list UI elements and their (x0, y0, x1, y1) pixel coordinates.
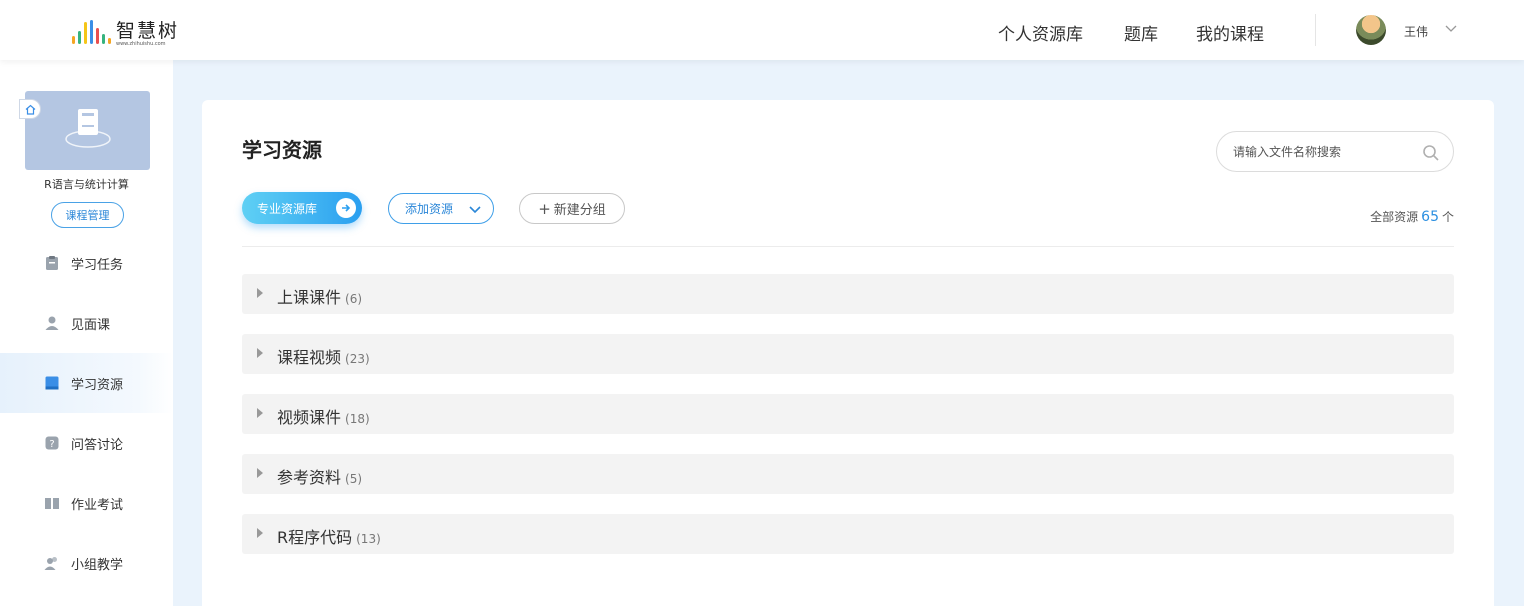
resources-card: 学习资源 专业资源库 添加资源 + 新建分组 全部资源65个 上课课件(6) 课… (202, 100, 1494, 606)
resource-group-row[interactable]: 视频课件 (18) (242, 394, 1454, 434)
search-input[interactable] (1233, 142, 1413, 162)
add-resource-button[interactable]: 添加资源 (388, 193, 494, 224)
sidebar-item-learning-resources[interactable]: 学习资源 (0, 353, 173, 413)
svg-text:?: ? (49, 439, 54, 450)
chevron-down-icon[interactable] (1445, 22, 1457, 34)
book-icon (45, 376, 59, 390)
sidebar-item-label: 学习资源 (71, 377, 124, 393)
nav-divider (1315, 14, 1316, 46)
total-resources: 全部资源 65 个 (1370, 208, 1454, 225)
course-name: R语言与统计计算 (44, 178, 129, 191)
sidebar-item-learning-tasks[interactable]: 学习任务 (0, 233, 173, 293)
user-name[interactable]: 王伟 (1404, 23, 1428, 40)
group-name: 上课课件 (277, 288, 342, 307)
person-icon (45, 316, 59, 330)
search-icon[interactable] (1422, 144, 1440, 162)
nav-my-courses[interactable]: 我的课程 (1196, 20, 1264, 45)
sidebar-item-live-class[interactable]: 见面课 (0, 293, 173, 353)
resource-group-row[interactable]: 参考资料 (5) (242, 454, 1454, 494)
chevron-down-icon (469, 206, 481, 214)
search-box[interactable] (1216, 131, 1454, 172)
group-count: (5) (345, 472, 363, 486)
question-icon: ? (45, 436, 59, 450)
resource-group-row[interactable]: 上课课件 (6) (242, 274, 1454, 314)
course-manage-button[interactable]: 课程管理 (51, 202, 124, 228)
sidebar-item-label: 见面课 (71, 317, 111, 333)
logo-url: www.zhihuishu.com (116, 41, 166, 47)
clipboard-icon (46, 256, 58, 270)
total-label: 全部资源 (1370, 210, 1419, 224)
professional-library-button[interactable]: 专业资源库 (242, 192, 362, 224)
group-icon (44, 557, 57, 570)
total-unit: 个 (1441, 210, 1454, 224)
sidebar-item-qa-discussion[interactable]: ? 问答讨论 (0, 413, 173, 473)
caret-right-icon[interactable] (257, 288, 263, 298)
sidebar: R语言与统计计算 课程管理 学习任务 见面课 学习资源 ? 问答讨论 作业考试 … (0, 60, 173, 606)
sidebar-item-label: 问答讨论 (71, 437, 124, 453)
group-count: (6) (345, 292, 363, 306)
group-name: R程序代码 (277, 528, 353, 547)
professional-library-label: 专业资源库 (257, 201, 318, 216)
home-icon[interactable] (19, 99, 41, 119)
caret-right-icon[interactable] (257, 348, 263, 358)
nav-personal-library[interactable]: 个人资源库 (998, 20, 1083, 45)
resource-group-row[interactable]: R程序代码 (13) (242, 514, 1454, 554)
nav-question-bank[interactable]: 题库 (1124, 20, 1158, 45)
logo-bars-icon (72, 20, 111, 44)
group-count: (18) (345, 412, 370, 426)
course-book-icon (65, 109, 111, 148)
sidebar-item-homework-exams[interactable]: 作业考试 (0, 473, 173, 533)
sidebar-item-label: 小组教学 (71, 557, 124, 573)
new-group-button[interactable]: + 新建分组 (519, 193, 625, 224)
top-header: 智慧树 www.zhihuishu.com 个人资源库 题库 我的课程 王伟 (0, 0, 1524, 60)
sidebar-item-group-teaching[interactable]: 小组教学 (0, 533, 173, 593)
divider (242, 246, 1454, 247)
group-name: 视频课件 (277, 408, 342, 427)
plus-icon: + (538, 199, 551, 218)
caret-right-icon[interactable] (257, 528, 263, 538)
sidebar-item-label: 学习任务 (71, 257, 124, 273)
group-count: (13) (356, 532, 381, 546)
group-count: (23) (345, 352, 370, 366)
arrow-right-icon (336, 198, 356, 218)
add-resource-label: 添加资源 (405, 202, 454, 216)
caret-right-icon[interactable] (257, 408, 263, 418)
logo-text: 智慧树 (116, 20, 180, 42)
open-book-icon (45, 498, 59, 509)
page-title: 学习资源 (242, 138, 322, 162)
user-avatar[interactable] (1356, 15, 1386, 45)
caret-right-icon[interactable] (257, 468, 263, 478)
total-count: 65 (1421, 209, 1439, 225)
resource-group-row[interactable]: 课程视频 (23) (242, 334, 1454, 374)
group-name: 参考资料 (277, 468, 342, 487)
course-cover[interactable] (25, 91, 150, 170)
group-name: 课程视频 (277, 348, 342, 367)
sidebar-item-label: 作业考试 (71, 497, 124, 513)
zhihuishu-logo[interactable]: 智慧树 www.zhihuishu.com (72, 15, 179, 47)
new-group-label: 新建分组 (553, 203, 606, 218)
